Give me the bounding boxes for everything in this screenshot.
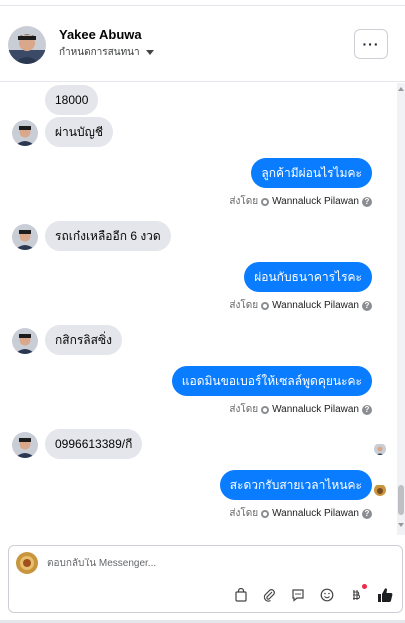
assign-conversation-dropdown[interactable]: กำหนดการสนทนา: [59, 45, 154, 60]
chat-scrollbar[interactable]: [397, 83, 405, 535]
sent-by-label: ส่งโดย: [229, 300, 259, 311]
contact-avatar-small[interactable]: [12, 432, 38, 458]
emoji-icon[interactable]: [318, 586, 336, 604]
sent-by-info: ส่งโดย Wannaluck Pilawan ?: [229, 298, 372, 313]
message-list: 18000 ผ่านบัญชี ลูกค้ามีผ่อนไรไมคะ ส่งโด…: [0, 83, 405, 535]
conversation-header: Yakee Abuwa กำหนดการสนทนา ···: [0, 8, 405, 82]
gear-icon: [261, 405, 270, 414]
message-text: ผ่านบัญชี: [55, 125, 103, 139]
info-icon[interactable]: ?: [362, 196, 372, 207]
message-text: รถเก๋งเหลืออีก 6 งวด: [55, 229, 161, 243]
incoming-message[interactable]: 0996613389/กี: [45, 429, 143, 459]
outgoing-message[interactable]: ผ่อนกับธนาคารไรคะ: [244, 262, 372, 292]
paperclip-icon[interactable]: [260, 586, 278, 604]
info-icon[interactable]: ?: [362, 508, 372, 519]
incoming-message[interactable]: 18000: [45, 85, 99, 115]
message-text: สะดวกรับสายเวลาไหนคะ: [229, 478, 362, 492]
message-text: ลูกค้ามีผ่อนไรไมคะ: [261, 166, 362, 180]
assign-conversation-label: กำหนดการสนทนา: [59, 47, 140, 58]
sent-by-label: ส่งโดย: [229, 404, 259, 415]
seen-avatar: [374, 443, 386, 455]
payment-icon[interactable]: [347, 584, 367, 604]
sent-by-info: ส่งโดย Wannaluck Pilawan ?: [229, 402, 372, 417]
gear-icon: [261, 301, 270, 310]
reply-composer: [8, 545, 403, 613]
sent-by-info: ส่งโดย Wannaluck Pilawan ?: [229, 506, 372, 521]
info-icon[interactable]: ?: [362, 300, 372, 311]
outgoing-message[interactable]: แอดมินขอเบอร์ให้เซลล์พูดคุยนะคะ: [171, 366, 372, 396]
incoming-message[interactable]: ผ่านบัญชี: [45, 117, 113, 147]
contact-avatar-small[interactable]: [12, 328, 38, 354]
seen-avatar-agent: [374, 484, 386, 496]
top-divider: [0, 0, 405, 6]
scroll-down-arrow-icon[interactable]: [398, 523, 404, 527]
message-text: ผ่อนกับธนาคารไรคะ: [254, 270, 362, 284]
agent-name: Wannaluck Pilawan: [272, 508, 359, 519]
scroll-up-arrow-icon[interactable]: [398, 87, 404, 91]
contact-avatar-small[interactable]: [12, 120, 38, 146]
info-icon[interactable]: ?: [362, 404, 372, 415]
sent-by-info: ส่งโดย Wannaluck Pilawan ?: [229, 194, 372, 209]
contact-name[interactable]: Yakee Abuwa: [59, 27, 142, 42]
chat-bubble-icon[interactable]: [289, 586, 307, 604]
message-text: แอดมินขอเบอร์ให้เซลล์พูดคุยนะคะ: [181, 374, 362, 388]
sent-by-label: ส่งโดย: [229, 196, 259, 207]
contact-avatar-small[interactable]: [12, 224, 38, 250]
incoming-message[interactable]: รถเก๋งเหลืออีก 6 งวด: [45, 221, 171, 251]
page-avatar: [16, 552, 38, 574]
agent-name: Wannaluck Pilawan: [272, 196, 359, 207]
more-options-button[interactable]: ···: [354, 29, 388, 59]
reply-input[interactable]: [47, 558, 347, 569]
message-text: 18000: [55, 93, 89, 107]
scrollbar-thumb[interactable]: [398, 485, 404, 515]
contact-avatar[interactable]: [8, 26, 46, 64]
message-text: 0996613389/กี: [55, 437, 133, 451]
chevron-down-icon: [145, 50, 154, 55]
gear-icon: [261, 509, 270, 518]
shopping-bag-icon[interactable]: [232, 586, 250, 604]
incoming-message[interactable]: กสิกรลิสซิ่ง: [45, 325, 122, 355]
outgoing-message[interactable]: ลูกค้ามีผ่อนไรไมคะ: [251, 158, 372, 188]
more-icon: ···: [362, 36, 380, 52]
notification-dot: [362, 584, 367, 589]
agent-name: Wannaluck Pilawan: [272, 300, 359, 311]
gear-icon: [261, 197, 270, 206]
thumbs-up-icon[interactable]: [376, 586, 394, 604]
outgoing-message[interactable]: สะดวกรับสายเวลาไหนคะ: [219, 470, 372, 500]
message-text: กสิกรลิสซิ่ง: [55, 333, 112, 347]
sent-by-label: ส่งโดย: [229, 508, 259, 519]
agent-name: Wannaluck Pilawan: [272, 404, 359, 415]
